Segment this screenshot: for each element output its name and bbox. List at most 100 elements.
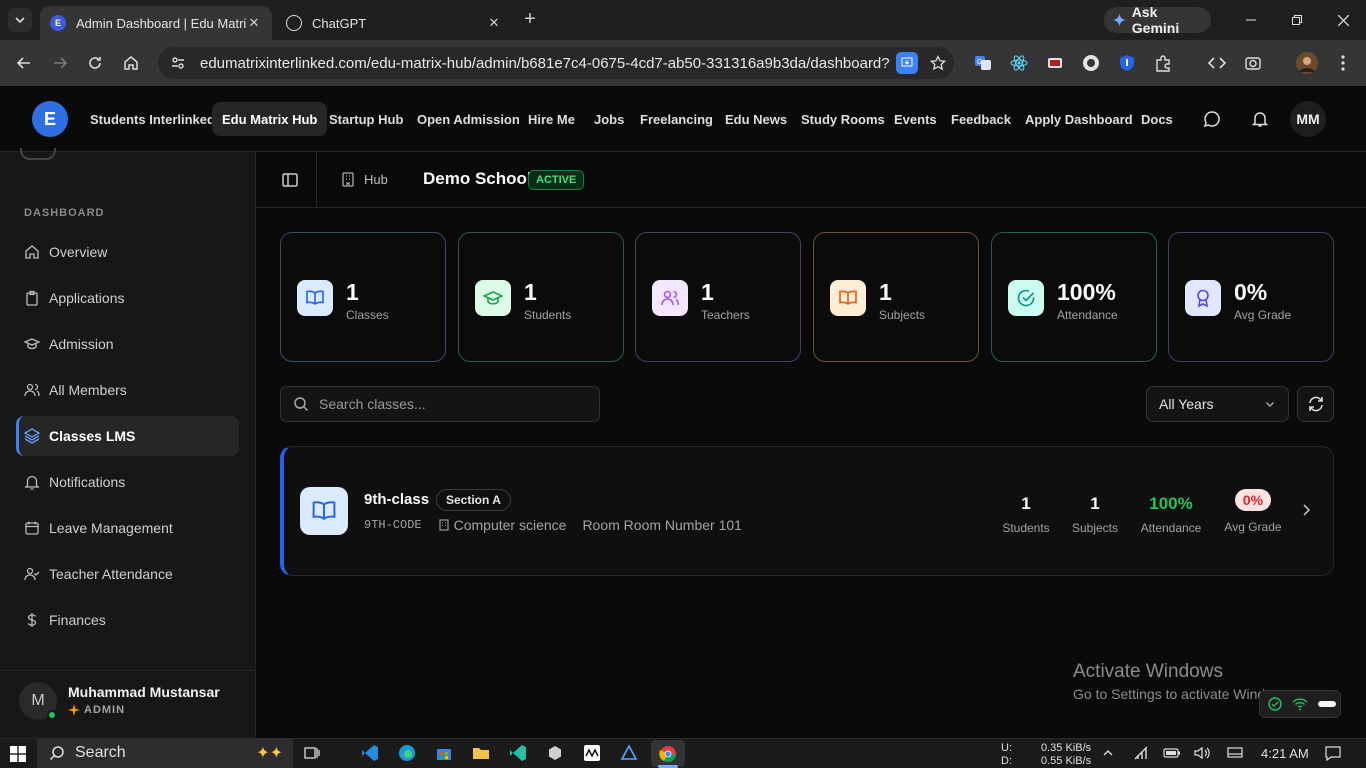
sidebar-item-all-members[interactable]: All Members	[16, 370, 239, 410]
stat-card-classes[interactable]: 1 Classes	[280, 232, 446, 362]
display-icon[interactable]	[1226, 744, 1244, 762]
close-tab-icon[interactable]: ✕	[246, 15, 262, 31]
chrome-taskbar-button[interactable]	[651, 740, 685, 767]
class-stat-value: 100%	[1149, 494, 1193, 513]
nav-study-rooms[interactable]: Study Rooms	[791, 102, 895, 136]
tab-search-button[interactable]	[8, 8, 32, 32]
stat-value: 1	[524, 279, 537, 305]
code-view-icon[interactable]	[1206, 52, 1228, 74]
search-input[interactable]	[319, 396, 579, 412]
sidebar-item-finances[interactable]: Finances	[16, 600, 239, 640]
messages-icon[interactable]	[1201, 108, 1223, 130]
nav-freelancing[interactable]: Freelancing	[630, 102, 723, 136]
wifi-icon	[1292, 698, 1308, 711]
refresh-button[interactable]	[1297, 386, 1334, 422]
minimize-window-button[interactable]	[1228, 0, 1274, 40]
network-icon[interactable]	[1133, 744, 1151, 762]
extension-photo-icon[interactable]	[1044, 52, 1066, 74]
year-select[interactable]: All Years	[1146, 386, 1289, 422]
file-explorer-icon[interactable]	[472, 744, 490, 762]
screenshot-icon[interactable]	[1242, 52, 1264, 74]
taskbar-search-box[interactable]: Search ✦✦	[37, 738, 293, 768]
sidebar-item-notifications[interactable]: Notifications	[16, 462, 239, 502]
nav-events[interactable]: Events	[884, 102, 947, 136]
show-hidden-icons-chevron[interactable]	[1099, 744, 1117, 762]
stat-card-students[interactable]: 1 Students	[458, 232, 624, 362]
google-translate-extension-icon[interactable]: G	[972, 52, 994, 74]
task-view-icon[interactable]	[303, 744, 321, 762]
open-class-button[interactable]	[1298, 502, 1314, 518]
stat-card-teachers[interactable]: 1 Teachers	[635, 232, 801, 362]
taskbar-clock[interactable]: 4:21 AM	[1261, 746, 1309, 761]
nav-open-admission[interactable]: Open Admission	[407, 102, 530, 136]
browser-menu-icon[interactable]	[1332, 52, 1354, 74]
online-status-dot	[47, 710, 57, 720]
ask-gemini-button[interactable]: Ask Gemini	[1104, 4, 1211, 36]
toggle-sidebar-button[interactable]	[280, 170, 300, 190]
nav-hire-me[interactable]: Hire Me	[518, 102, 585, 136]
close-tab-icon[interactable]: ✕	[486, 15, 502, 31]
nav-jobs[interactable]: Jobs	[584, 102, 634, 136]
search-classes-field[interactable]	[280, 386, 600, 422]
nav-startup-hub[interactable]: Startup Hub	[319, 102, 413, 136]
sidebar-item-teacher-attendance[interactable]: Teacher Attendance	[16, 554, 239, 594]
back-button[interactable]	[12, 51, 36, 75]
store-icon[interactable]	[435, 744, 453, 762]
pill-indicator-icon	[1318, 701, 1336, 707]
react-devtools-extension-icon[interactable]	[1008, 52, 1030, 74]
class-name: 9th-class	[364, 491, 430, 508]
sidebar-item-applications[interactable]: Applications	[16, 278, 239, 318]
close-icon	[1337, 14, 1349, 26]
bookmark-star-icon[interactable]	[930, 55, 946, 71]
vscode-insiders-icon[interactable]	[509, 744, 527, 762]
breadcrumb-hub[interactable]: Hub	[340, 171, 388, 187]
password-manager-extension-icon[interactable]	[1116, 52, 1138, 74]
browser-tab-admin[interactable]: E Admin Dashboard | Edu Matrix ✕	[40, 6, 272, 40]
browser-tab-chatgpt[interactable]: ChatGPT ✕	[276, 6, 512, 40]
vscode-icon[interactable]	[361, 744, 379, 762]
ask-gemini-label: Ask Gemini	[1131, 4, 1180, 36]
sidebar-item-admission[interactable]: Admission	[16, 324, 239, 364]
close-window-button[interactable]	[1320, 0, 1366, 40]
restore-window-button[interactable]	[1274, 0, 1320, 40]
sidebar-item-leave-management[interactable]: Leave Management	[16, 508, 239, 548]
home-button[interactable]	[119, 51, 143, 75]
home-icon	[25, 245, 39, 259]
extensions-puzzle-icon[interactable]	[1152, 52, 1174, 74]
install-app-icon[interactable]	[896, 52, 918, 74]
notification-center-icon[interactable]	[1324, 744, 1342, 762]
nav-edu-news[interactable]: Edu News	[715, 102, 797, 136]
sidebar-item-classes-lms[interactable]: Classes LMS	[16, 416, 239, 456]
bell-icon[interactable]	[1249, 108, 1271, 130]
profile-avatar-icon[interactable]	[1296, 52, 1318, 74]
forward-button[interactable]	[48, 51, 72, 75]
nav-students-interlinked[interactable]: Students Interlinked	[80, 102, 225, 136]
app-cube-icon[interactable]	[546, 744, 564, 762]
battery-icon[interactable]	[1163, 744, 1181, 762]
floating-tray-widget[interactable]	[1259, 690, 1341, 718]
windows-start-icon[interactable]	[9, 745, 27, 763]
chrome-icon	[659, 745, 677, 762]
nav-apply-dashboard[interactable]: Apply Dashboard	[1015, 102, 1143, 136]
app-triangle-icon[interactable]	[620, 744, 638, 762]
edge-icon[interactable]	[398, 744, 416, 762]
volume-icon[interactable]	[1193, 744, 1211, 762]
class-department: Computer science	[453, 517, 567, 533]
sidebar-item-label: Teacher Attendance	[49, 566, 173, 582]
stat-card-avg-grade[interactable]: 0% Avg Grade	[1168, 232, 1334, 362]
user-avatar[interactable]: MM	[1290, 101, 1326, 137]
stat-card-attendance[interactable]: 100% Attendance	[991, 232, 1157, 362]
address-bar[interactable]: edumatrixinterlinked.com/edu-matrix-hub/…	[158, 47, 954, 79]
reload-button[interactable]	[83, 51, 107, 75]
nav-docs[interactable]: Docs	[1131, 102, 1183, 136]
app-wave-icon[interactable]	[583, 744, 601, 762]
sidebar-user-avatar[interactable]: M	[19, 682, 57, 720]
extension-circle-icon[interactable]	[1080, 52, 1102, 74]
new-tab-button[interactable]: +	[520, 9, 540, 30]
nav-feedback[interactable]: Feedback	[941, 102, 1021, 136]
graduation-cap-icon	[24, 338, 40, 350]
site-logo[interactable]: E	[32, 101, 68, 137]
sidebar-item-overview[interactable]: Overview	[16, 232, 239, 272]
nav-edu-matrix-hub[interactable]: Edu Matrix Hub	[212, 102, 328, 136]
stat-card-subjects[interactable]: 1 Subjects	[813, 232, 979, 362]
